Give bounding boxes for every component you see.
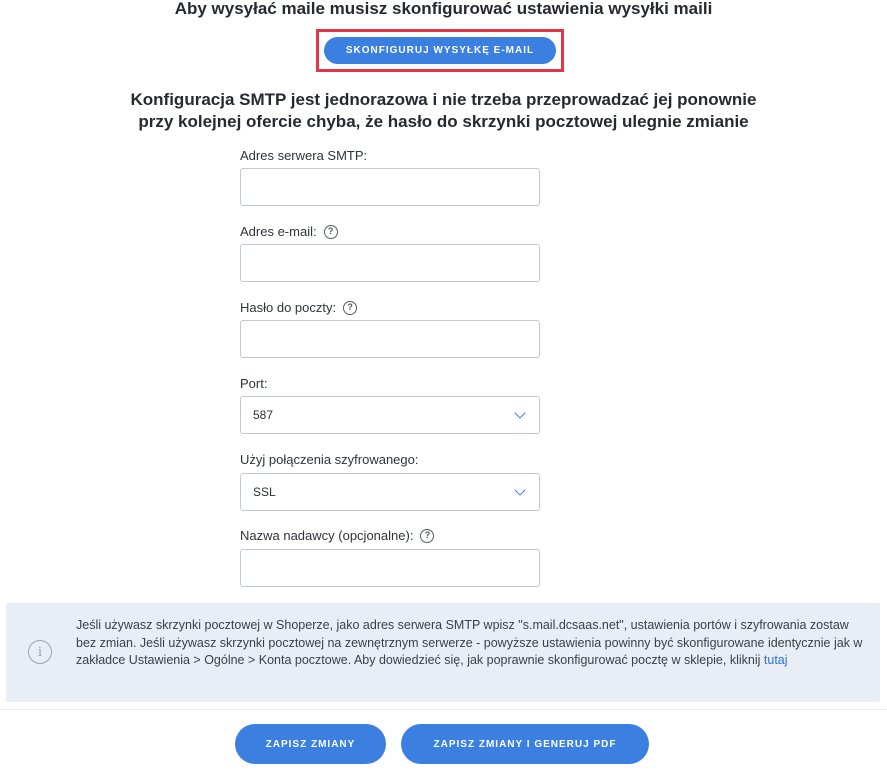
- sender-name-label-text: Nazwa nadawcy (opcjonalne):: [240, 528, 414, 543]
- smtp-server-label-text: Adres serwera SMTP:: [240, 148, 368, 163]
- info-box: i Jeśli używasz skrzynki pocztowej w Sho…: [6, 603, 880, 702]
- encryption-label: Użyj połączenia szyfrowanego:: [240, 452, 418, 467]
- info-link-here[interactable]: tutaj: [764, 653, 788, 667]
- email-input[interactable]: [240, 244, 540, 282]
- port-label-text: Port:: [240, 376, 268, 391]
- sender-name-input[interactable]: [240, 549, 540, 587]
- encryption-select[interactable]: SSL: [240, 473, 540, 511]
- subtitle-line-1: Konfiguracja SMTP jest jednorazowa i nie…: [130, 90, 757, 109]
- smtp-server-label: Adres serwera SMTP:: [240, 148, 367, 163]
- info-text: Jeśli używasz skrzynki pocztowej w Shope…: [76, 617, 866, 670]
- info-text-body: Jeśli używasz skrzynki pocztowej w Shope…: [76, 618, 863, 667]
- email-label-text: Adres e-mail:: [240, 224, 317, 239]
- save-and-generate-pdf-button[interactable]: ZAPISZ ZMIANY I GENERUJ PDF: [401, 724, 649, 764]
- password-help-icon[interactable]: ?: [343, 300, 358, 315]
- smtp-server-input[interactable]: [240, 168, 540, 206]
- info-icon: i: [28, 640, 52, 664]
- chevron-down-icon: [514, 407, 526, 419]
- chevron-down-icon: [514, 484, 526, 496]
- configure-button-highlight: SKONFIGURUJ WYSYŁKĘ E-MAIL: [316, 29, 564, 72]
- port-selected-value: 587: [253, 408, 274, 422]
- smtp-info-subtitle: Konfiguracja SMTP jest jednorazowa i nie…: [0, 89, 887, 133]
- encryption-label-text: Użyj połączenia szyfrowanego:: [240, 452, 419, 467]
- password-label-text: Hasło do poczty:: [240, 300, 337, 315]
- footer-divider: [0, 709, 887, 710]
- encryption-selected-value: SSL: [253, 485, 276, 499]
- email-label: Adres e-mail: ?: [240, 224, 338, 239]
- port-select[interactable]: 587: [240, 396, 540, 434]
- save-changes-button[interactable]: ZAPISZ ZMIANY: [235, 724, 386, 764]
- password-input[interactable]: [240, 320, 540, 358]
- page-title: Aby wysyłać maile musisz skonfigurować u…: [174, 0, 713, 18]
- subtitle-line-2: przy kolejnej ofercie chyba, że hasło do…: [138, 112, 749, 131]
- email-help-icon[interactable]: ?: [323, 224, 338, 239]
- sender-name-label: Nazwa nadawcy (opcjonalne): ?: [240, 528, 435, 543]
- sender-help-icon[interactable]: ?: [420, 528, 435, 543]
- configure-email-button[interactable]: SKONFIGURUJ WYSYŁKĘ E-MAIL: [324, 37, 556, 64]
- port-label: Port:: [240, 376, 267, 391]
- password-label: Hasło do poczty: ?: [240, 300, 358, 315]
